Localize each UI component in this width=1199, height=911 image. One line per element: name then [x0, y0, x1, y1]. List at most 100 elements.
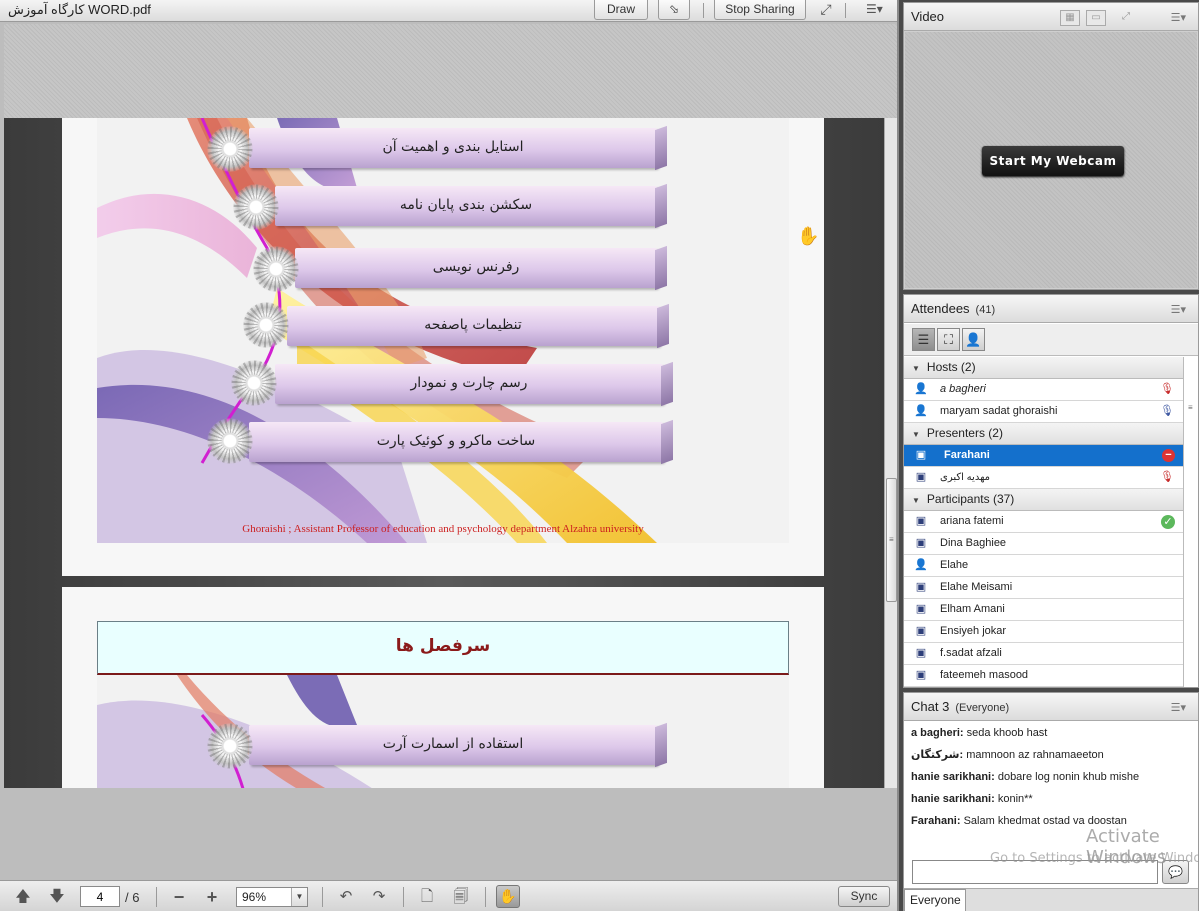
video-title: Video: [911, 9, 945, 24]
hand-tool-icon[interactable]: ✋: [496, 885, 520, 908]
breakout-view-icon[interactable]: ⛶: [937, 328, 960, 351]
flower-bullet-icon: [243, 302, 289, 348]
grid-view-icon[interactable]: ▦: [1060, 10, 1080, 26]
chat-title: Chat 3 (Everyone): [911, 699, 1010, 714]
flower-bullet-icon: [233, 184, 279, 230]
attendee-row[interactable]: 👤 a bagheri 🎙: [904, 379, 1183, 401]
rotate-right-icon[interactable]: ↷: [368, 887, 390, 907]
participant-icon: ▣: [915, 669, 927, 681]
agree-check-icon: ✓: [1161, 515, 1175, 529]
fullscreen-icon[interactable]: ⤢: [816, 1, 836, 19]
attendee-row[interactable]: ▣ Ensiyeh jokar: [904, 621, 1183, 643]
pdf-page: استایل بندی و اهمیت آن سکشن بندی پایان ن…: [62, 118, 824, 576]
share-title-bar: کارگاه آموزش WORD.pdf Draw ⬂ Stop Sharin…: [0, 0, 897, 22]
slide-footer-credit: Ghoraishi ; Assistant Professor of educa…: [242, 523, 644, 535]
hand-cursor-icon: ✋: [797, 226, 820, 246]
chevron-down-icon: ▼: [291, 888, 307, 906]
participant-icon: 👤: [914, 559, 928, 571]
list-view-icon[interactable]: ☰: [912, 328, 935, 351]
zoom-select[interactable]: 96% ▼: [236, 887, 308, 907]
slide-header-box: سرفصل ها: [97, 621, 789, 675]
attendee-scrollbar[interactable]: ≡: [1183, 357, 1198, 687]
pointer-button[interactable]: ⬂: [658, 0, 690, 20]
toolbar-divider: [403, 887, 404, 907]
mic-muted-icon: 🎙: [1160, 471, 1174, 483]
activate-windows-subtitle: Go to Settings to activate Windows.: [990, 851, 1199, 866]
flower-bullet-icon: [231, 360, 277, 406]
scrollbar-thumb[interactable]: ≡: [886, 478, 897, 602]
attendee-row[interactable]: ▣ Farahani −: [904, 445, 1183, 467]
mic-muted-icon: 🎙: [1160, 383, 1174, 395]
stop-sharing-button[interactable]: Stop Sharing: [714, 0, 806, 20]
chat-tab-everyone[interactable]: Everyone: [904, 889, 966, 911]
previous-page-icon[interactable]: 🡅: [12, 887, 34, 907]
flower-bullet-icon: [207, 418, 253, 464]
slide-item-text: ساخت ماکرو و کوئیک پارت: [376, 433, 536, 449]
attendee-row[interactable]: ▣ f.sadat afzali: [904, 643, 1183, 665]
slide-item-text: تنظیمات پاصفحه: [424, 317, 522, 333]
host-user-icon: 👤: [914, 383, 928, 395]
document-viewport[interactable]: استایل بندی و اهمیت آن سکشن بندی پایان ن…: [4, 24, 897, 788]
chat-pod: Chat 3 (Everyone) ☰▾ a bagheri: seda khoo…: [903, 692, 1199, 911]
presenter-icon: ▣: [915, 449, 927, 461]
slide-title: سرفصل ها: [395, 636, 491, 656]
next-page-icon[interactable]: 🡇: [46, 887, 68, 907]
two-page-icon[interactable]: 🗐: [450, 887, 472, 907]
attendee-row[interactable]: ▣ Elahe Meisami: [904, 577, 1183, 599]
toolbar-divider: [156, 887, 157, 907]
status-view-icon[interactable]: 👤: [962, 328, 985, 351]
attendee-row[interactable]: 👤 maryam sadat ghoraishi 🎙: [904, 401, 1183, 423]
page-number-input[interactable]: [80, 886, 120, 907]
pod-header: Video ▦ ▭ ⤢ ☰▾: [904, 3, 1198, 31]
slide-item-text: استایل بندی و اهمیت آن: [382, 139, 524, 155]
chevron-down-icon: ▼: [912, 364, 920, 373]
zoom-value: 96%: [242, 890, 267, 904]
group-header-presenters[interactable]: ▼ Presenters (2): [904, 423, 1183, 445]
menu-item-bar: رسم چارت و نمودار: [275, 361, 673, 407]
vertical-scrollbar[interactable]: ≡: [884, 118, 897, 788]
single-page-icon[interactable]: 🗋: [416, 887, 438, 907]
flower-bullet-icon: [207, 126, 253, 172]
page-total: / 6: [125, 890, 140, 905]
participant-icon: ▣: [915, 515, 927, 527]
menu-item-bar: سکشن بندی پایان نامه: [275, 183, 667, 229]
slide-item-text: رفرنس نویسی: [432, 259, 520, 275]
chat-scope: (Everyone): [955, 702, 1010, 714]
share-document-title: کارگاه آموزش WORD.pdf: [8, 2, 151, 17]
slide-item-text: رسم چارت و نمودار: [410, 375, 528, 391]
draw-button[interactable]: Draw: [594, 0, 648, 20]
slide-item-text: استفاده از اسمارت آرت: [382, 736, 524, 752]
attendee-row[interactable]: ▣ fateemeh masood: [904, 665, 1183, 687]
slide-artwork: استایل بندی و اهمیت آن سکشن بندی پایان ن…: [97, 118, 789, 543]
toolbar-divider: [485, 887, 486, 907]
blocked-icon: −: [1162, 449, 1175, 462]
group-header-participants[interactable]: ▼ Participants (37): [904, 489, 1183, 511]
attendee-row[interactable]: ▣ ariana fatemi ✓: [904, 511, 1183, 533]
group-header-hosts[interactable]: ▼ Hosts (2): [904, 357, 1183, 379]
chat-message: شرکتگان: mamnoon az rahnamaeeton: [911, 749, 1104, 761]
sync-button[interactable]: Sync: [838, 886, 890, 907]
attendees-pod: Attendees (41) ☰▾ ☰ ⛶ 👤 ▼ Hosts (2) 👤 a ba…: [903, 294, 1199, 688]
menu-item-bar: استایل بندی و اهمیت آن: [249, 125, 667, 171]
single-view-icon[interactable]: ▭: [1086, 10, 1106, 26]
rotate-left-icon[interactable]: ↶: [335, 887, 357, 907]
attendee-row[interactable]: ▣ Elham Amani: [904, 599, 1183, 621]
chat-message: hanie sarikhani: dobare log nonin khub m…: [911, 771, 1140, 783]
zoom-out-icon[interactable]: −: [168, 887, 190, 907]
chevron-down-icon: ▼: [912, 496, 920, 505]
start-webcam-button[interactable]: Start My Webcam: [982, 146, 1124, 176]
pod-menu-icon[interactable]: ☰▾: [866, 2, 886, 18]
attendee-row[interactable]: ▣ مهدیه اکبری 🎙: [904, 467, 1183, 489]
pod-menu-icon[interactable]: ☰▾: [1171, 303, 1186, 316]
zoom-in-icon[interactable]: +: [201, 887, 223, 907]
participant-icon: ▣: [915, 537, 927, 549]
pod-menu-icon[interactable]: ☰▾: [1171, 11, 1186, 24]
attendee-row[interactable]: ▣ Dina Baghiee: [904, 533, 1183, 555]
chat-message: hanie sarikhani: konin**: [911, 793, 1033, 805]
participant-icon: ▣: [915, 647, 927, 659]
fullscreen-icon[interactable]: ⤢: [1116, 10, 1136, 26]
pod-menu-icon[interactable]: ☰▾: [1171, 701, 1186, 714]
attendee-row[interactable]: 👤 Elahe: [904, 555, 1183, 577]
video-pod: Video ▦ ▭ ⤢ ☰▾ Start My Webcam: [903, 2, 1199, 290]
toolbar-divider: [322, 887, 323, 907]
